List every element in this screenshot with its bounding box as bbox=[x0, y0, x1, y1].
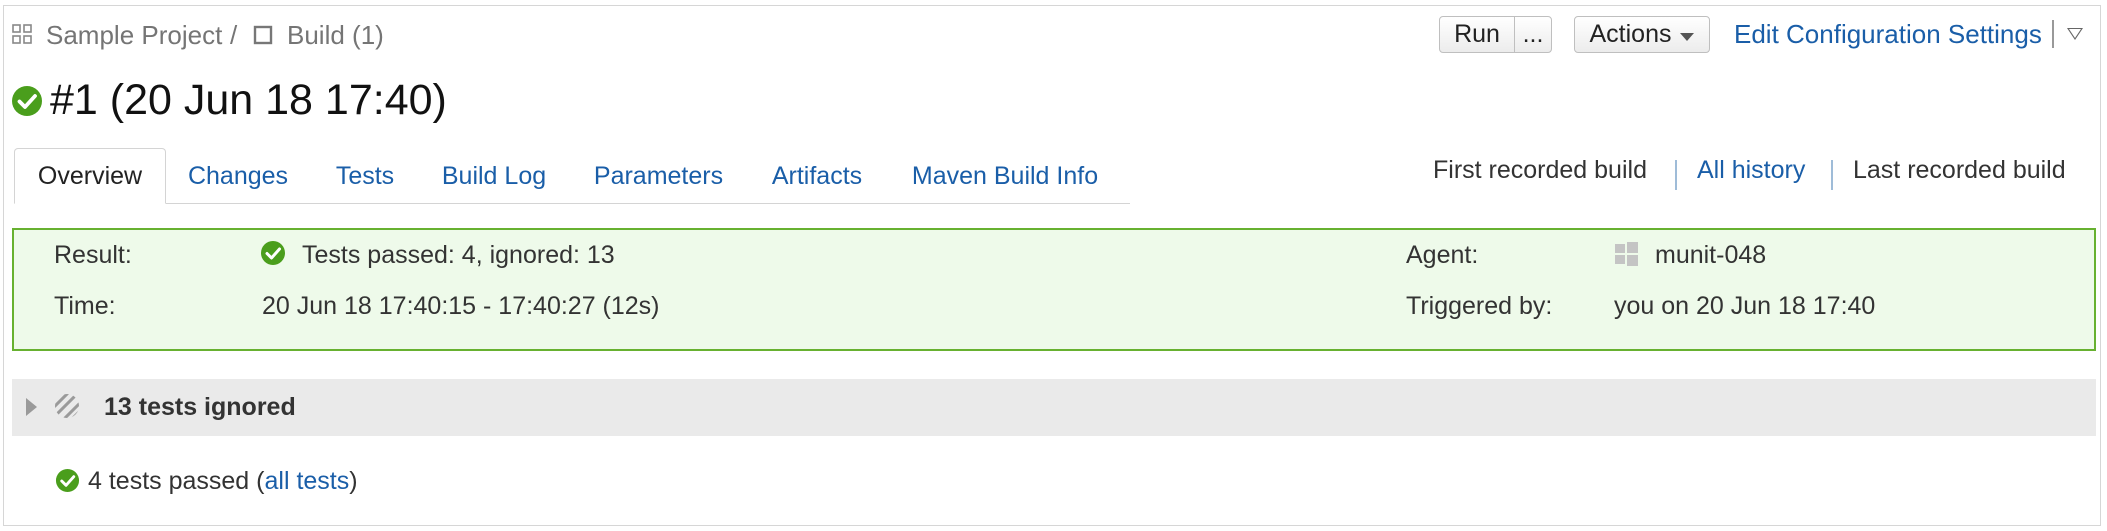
square-icon bbox=[253, 25, 273, 45]
breadcrumb-separator: / bbox=[230, 20, 238, 50]
time-value: 20 Jun 18 17:40:15 - 17:40:27 (12s) bbox=[262, 292, 660, 320]
history-divider bbox=[1831, 160, 1833, 190]
passed-tests-line: 4 tests passed (all tests) bbox=[88, 467, 358, 496]
grid-icon bbox=[12, 24, 32, 44]
tab-overview-label: Overview bbox=[37, 161, 143, 190]
tab-tests-label: Tests bbox=[335, 161, 395, 190]
page-title: #1 (20 Jun 18 17:40) bbox=[50, 76, 447, 124]
ignored-tests-label: 13 tests ignored bbox=[104, 393, 296, 421]
striped-circle-icon bbox=[55, 394, 79, 418]
tab-overview[interactable]: Overview bbox=[14, 148, 166, 204]
actions-button[interactable]: Actions bbox=[1574, 16, 1710, 53]
chevron-down-icon bbox=[1680, 32, 1695, 41]
actions-button-label: Actions bbox=[1589, 20, 1672, 48]
expand-arrow-icon[interactable] bbox=[26, 398, 37, 416]
run-options-label: ... bbox=[1522, 20, 1544, 48]
time-label: Time: bbox=[54, 292, 116, 320]
breadcrumb-project[interactable]: Sample Project bbox=[46, 20, 222, 51]
dropdown-triangle-icon[interactable] bbox=[2067, 28, 2083, 40]
all-history-link[interactable]: All history bbox=[1697, 156, 1805, 185]
tab-changes[interactable]: Changes bbox=[172, 148, 304, 204]
header-divider bbox=[2052, 20, 2054, 48]
last-recorded-build: Last recorded build bbox=[1853, 156, 2066, 184]
result-label: Result: bbox=[54, 241, 132, 269]
edit-configuration-link[interactable]: Edit Configuration Settings bbox=[1734, 19, 2042, 50]
history-divider bbox=[1675, 160, 1677, 190]
ignored-tests-header[interactable] bbox=[12, 379, 2096, 436]
all-tests-link[interactable]: all tests bbox=[264, 467, 349, 495]
tab-changes-label: Changes bbox=[187, 161, 289, 190]
result-value: Tests passed: 4, ignored: 13 bbox=[302, 241, 615, 269]
passed-tests-suffix: ) bbox=[349, 467, 358, 495]
agent-label: Agent: bbox=[1406, 241, 1479, 269]
run-button[interactable]: Run bbox=[1439, 16, 1515, 53]
passed-tests-prefix: 4 tests passed ( bbox=[88, 467, 265, 495]
triggered-value: you on 20 Jun 18 17:40 bbox=[1614, 292, 1876, 320]
tab-parameters-label: Parameters bbox=[593, 161, 724, 190]
first-recorded-build: First recorded build bbox=[1433, 156, 1647, 184]
tab-build-log[interactable]: Build Log bbox=[430, 148, 558, 204]
tab-artifacts-label: Artifacts bbox=[771, 161, 863, 190]
triggered-label: Triggered by: bbox=[1406, 292, 1553, 320]
tab-parameters[interactable]: Parameters bbox=[580, 148, 737, 204]
check-circle-icon bbox=[55, 468, 80, 493]
agent-link[interactable]: munit-048 bbox=[1655, 241, 1766, 270]
windows-icon bbox=[1615, 242, 1638, 266]
check-circle-icon bbox=[12, 86, 42, 116]
tab-maven-build-info-label: Maven Build Info bbox=[911, 161, 1099, 190]
run-options-button[interactable]: ... bbox=[1514, 16, 1552, 53]
tab-maven-build-info[interactable]: Maven Build Info bbox=[898, 148, 1112, 204]
tab-artifacts[interactable]: Artifacts bbox=[760, 148, 874, 204]
breadcrumb-build[interactable]: Build (1) bbox=[287, 20, 384, 51]
check-circle-icon bbox=[261, 241, 285, 265]
tab-tests[interactable]: Tests bbox=[320, 148, 410, 204]
tab-build-log-label: Build Log bbox=[441, 161, 547, 190]
run-button-label: Run bbox=[1454, 20, 1500, 48]
